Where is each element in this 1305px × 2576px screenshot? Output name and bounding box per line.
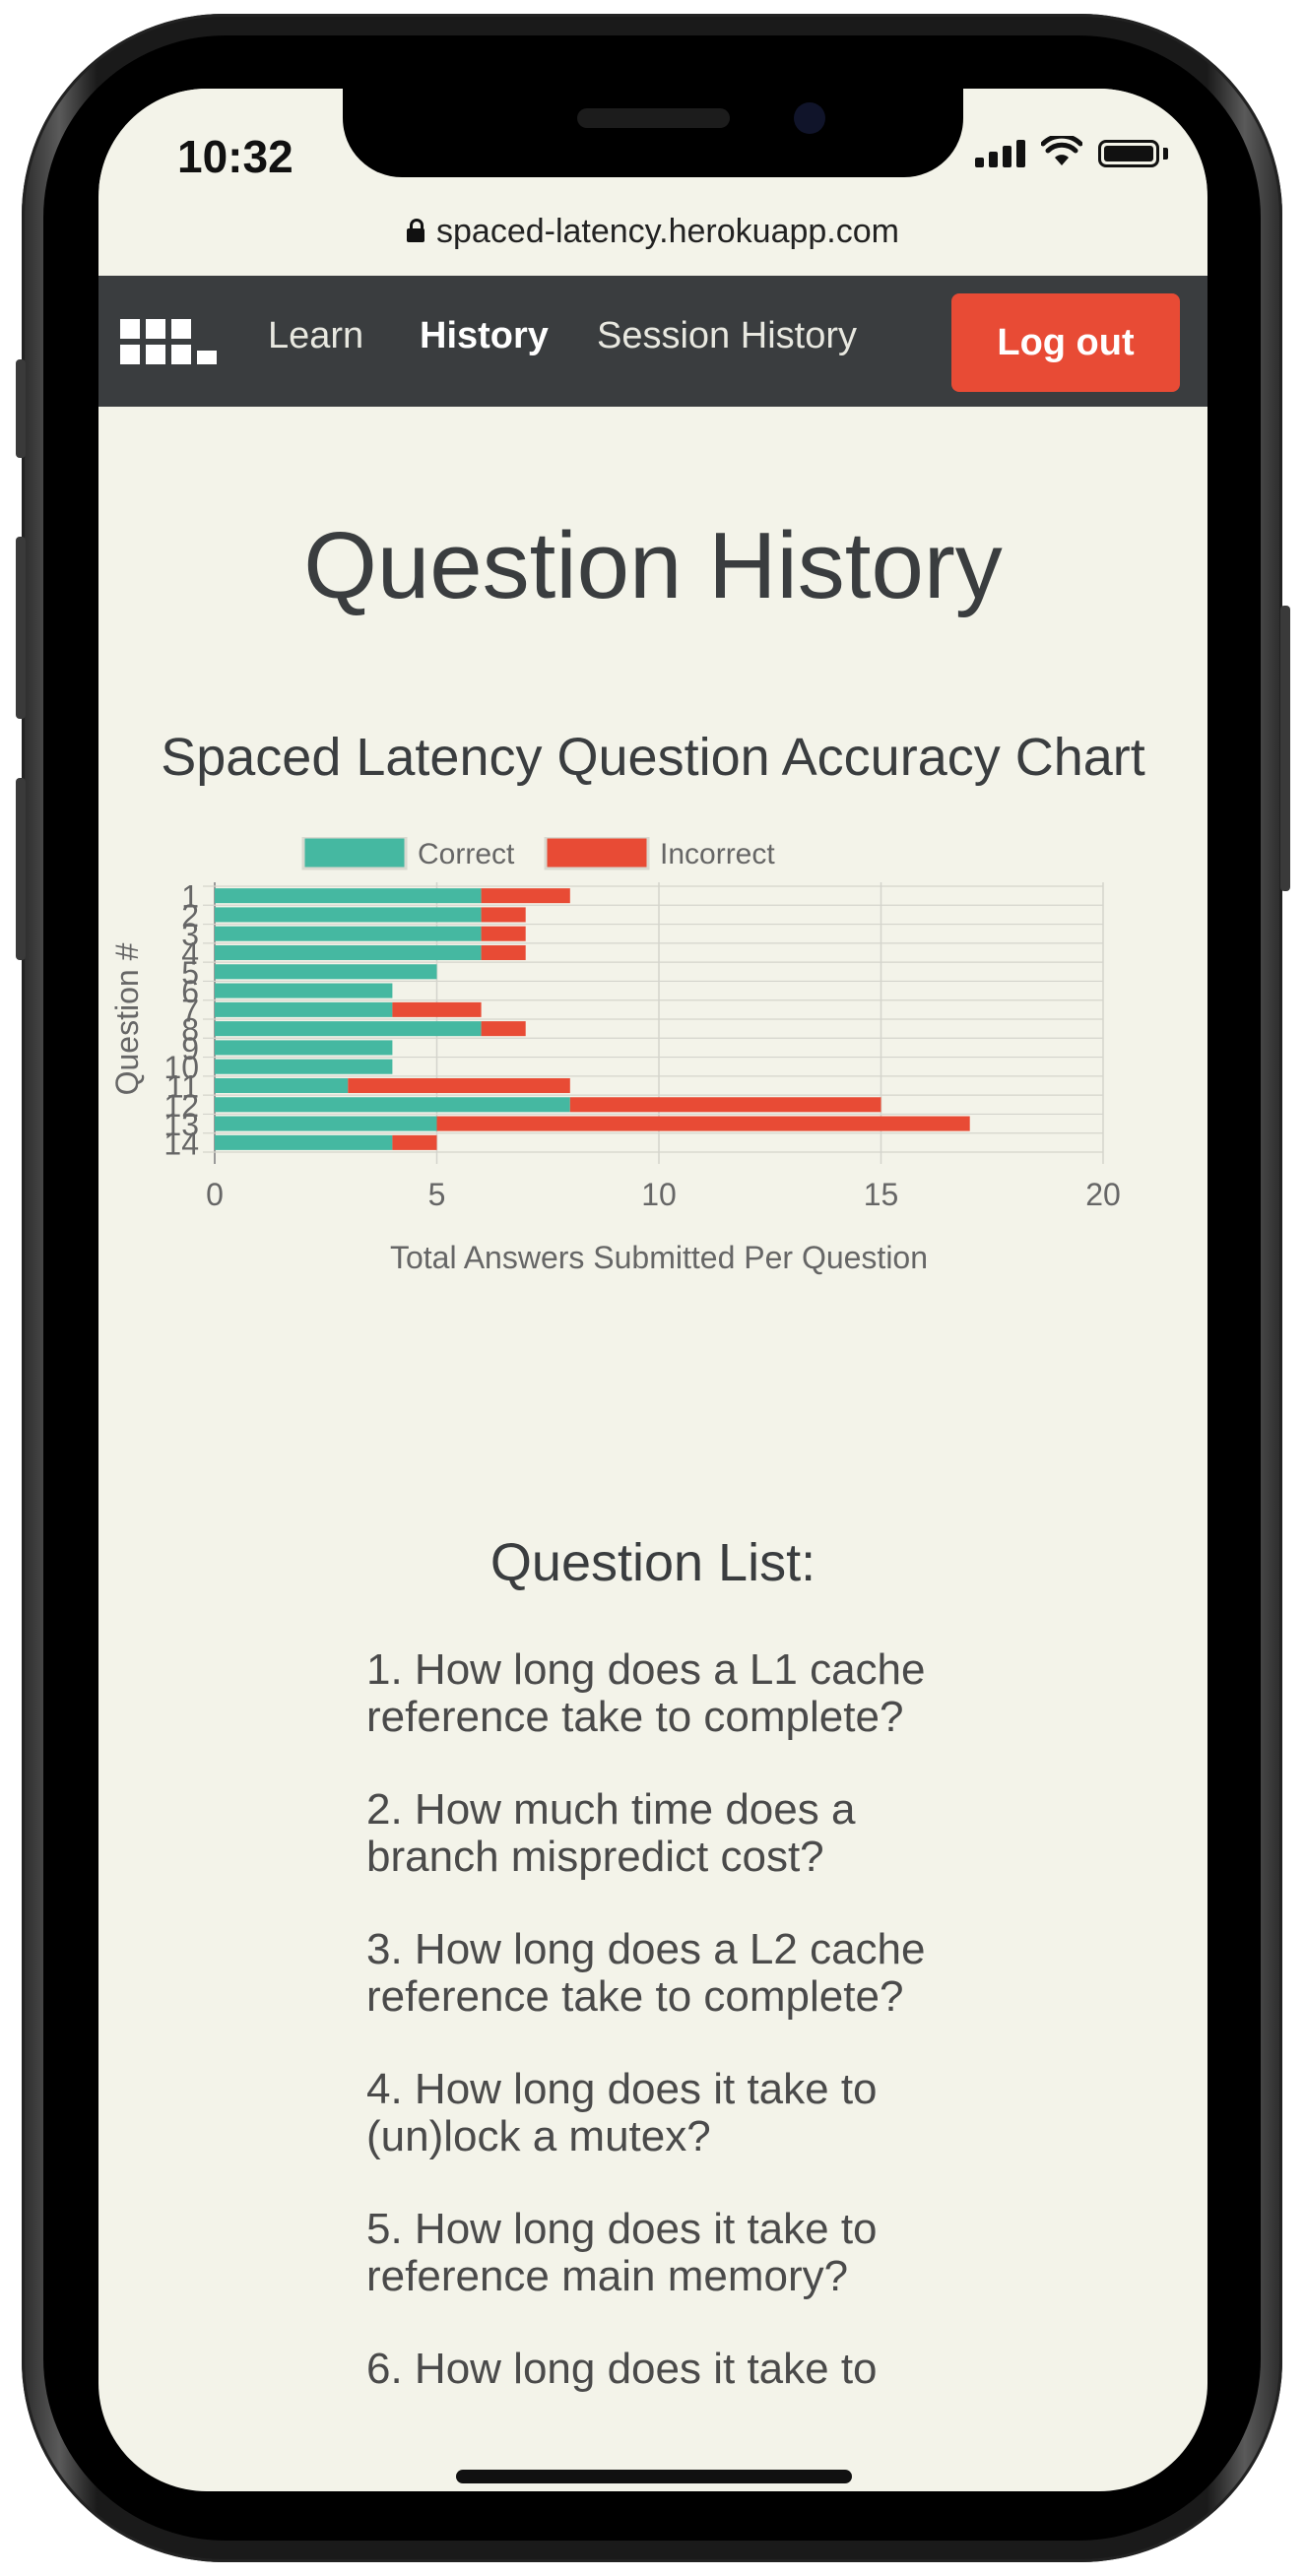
bar-correct: [215, 926, 482, 941]
bar-correct: [215, 1077, 349, 1094]
y-axis-label: Question #: [109, 942, 145, 1095]
logout-button[interactable]: Log out: [951, 293, 1180, 392]
question-item: 2. How much time does a branch mispredic…: [366, 1785, 856, 1881]
bar-correct: [215, 1097, 570, 1113]
bar-incorrect: [436, 1116, 970, 1131]
bar-incorrect: [392, 1134, 437, 1150]
speaker-grille: [577, 108, 730, 128]
browser-url-bar[interactable]: spaced-latency.herokuapp.com: [98, 197, 1207, 266]
navbar: Learn History Session History Log out: [98, 276, 1207, 407]
nav-learn[interactable]: Learn: [268, 315, 363, 357]
bar-incorrect: [481, 944, 526, 961]
bar-correct: [215, 944, 482, 961]
battery-cap: [1163, 148, 1168, 160]
x-axis-label: Total Answers Submitted Per Question: [390, 1240, 928, 1275]
bar-incorrect: [481, 926, 526, 941]
volume-up-button: [16, 537, 26, 719]
accuracy-chart: Correct Incorrect0 5 10 15 201234567891011121…: [109, 837, 1121, 1275]
home-indicator: [456, 2470, 852, 2483]
y-tick-label: 14: [163, 1126, 199, 1161]
bar-incorrect: [348, 1077, 570, 1094]
bar-correct: [215, 888, 482, 904]
nav-history[interactable]: History: [420, 315, 549, 357]
x-tick-label: 5: [428, 1177, 446, 1212]
lock-icon: [407, 219, 424, 242]
volume-down-button: [16, 778, 26, 960]
bar-incorrect: [569, 1097, 881, 1113]
status-bar: 10:32: [98, 89, 1207, 187]
question-item: 6. How long does it take to: [366, 2345, 878, 2393]
question-item: 5. How long does it take to reference ma…: [366, 2205, 878, 2300]
question-list-title: Question List:: [489, 1533, 816, 1592]
x-tick-label: 10: [641, 1177, 677, 1212]
battery-icon: [1098, 140, 1159, 167]
nav-session-history[interactable]: Session History: [597, 315, 857, 357]
cellular-signal-icon: [975, 140, 1025, 167]
bar-correct: [215, 1021, 482, 1037]
bar-correct: [215, 1059, 393, 1074]
x-tick-label: 0: [206, 1177, 224, 1212]
question-item: 1. How long does a L1 cache reference ta…: [366, 1645, 926, 1741]
bar-correct: [215, 907, 482, 923]
question-item: 3. How long does a L2 cache reference ta…: [366, 1925, 926, 2021]
page-title: Question History: [303, 513, 1003, 618]
url-text: spaced-latency.herokuapp.com: [436, 212, 899, 250]
bar-correct: [215, 1040, 393, 1056]
chart-title: Spaced Latency Question Accuracy Chart: [161, 728, 1145, 787]
legend-label-incorrect: Incorrect: [660, 838, 775, 870]
wifi-icon: [1041, 136, 1082, 165]
notch: [343, 89, 963, 177]
bar-correct: [215, 1001, 393, 1017]
bar-incorrect: [481, 1021, 526, 1037]
status-time: 10:32: [177, 131, 294, 182]
status-icons: [975, 136, 1168, 167]
front-camera: [794, 102, 825, 134]
mute-switch: [16, 359, 26, 458]
bar-incorrect: [481, 888, 570, 904]
power-button: [1280, 606, 1290, 891]
x-tick-label: 15: [864, 1177, 899, 1212]
legend-label-correct: Correct: [418, 838, 515, 870]
phone-screen: 10:32 spaced-latency.herokuapp.com Learn…: [98, 89, 1207, 2491]
app-logo-icon[interactable]: [120, 319, 217, 364]
question-list: 1. How long does a L1 cache reference ta…: [366, 1646, 977, 2438]
bar-correct: [215, 1116, 437, 1131]
x-tick-label: 20: [1085, 1177, 1121, 1212]
bar-incorrect: [481, 907, 526, 923]
question-item: 4. How long does it take to (un)lock a m…: [366, 2065, 878, 2160]
bar-correct: [215, 1134, 393, 1150]
legend-swatch-incorrect: [544, 837, 650, 870]
bar-correct: [215, 983, 393, 998]
legend-swatch-correct: [301, 837, 408, 870]
bar-incorrect: [392, 1001, 482, 1017]
bar-correct: [215, 964, 437, 980]
